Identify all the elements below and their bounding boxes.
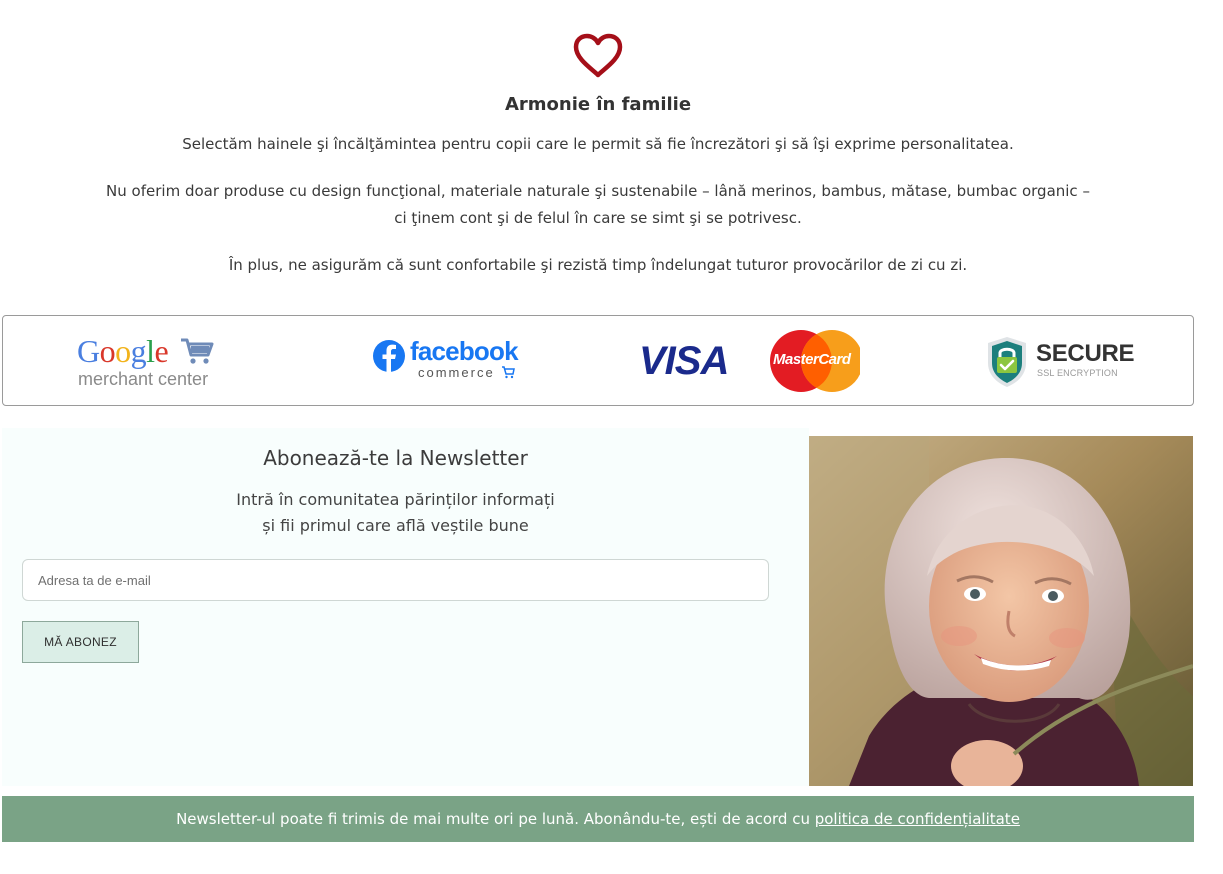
newsletter-title: Abonează-te la Newsletter bbox=[263, 446, 528, 470]
consent-text: Newsletter-ul poate fi trimis de mai mul… bbox=[176, 810, 815, 828]
visa-logo: VISA bbox=[639, 339, 729, 383]
facebook-caption: commerce bbox=[418, 365, 495, 380]
google-caption: merchant center bbox=[78, 369, 209, 389]
email-input[interactable] bbox=[22, 559, 769, 601]
child-photo bbox=[809, 436, 1193, 786]
privacy-policy-link[interactable]: politica de confidențialitate bbox=[815, 810, 1020, 828]
google-merchant-logo: Google merchant center bbox=[77, 333, 217, 391]
facebook-wordmark: facebook bbox=[410, 336, 519, 366]
secure-ssl-badge: SECURE SSL ENCRYPTION bbox=[985, 335, 1135, 389]
google-wordmark: Google bbox=[77, 333, 169, 369]
materials-line-2: ci ţinem cont şi de felul în care se sim… bbox=[394, 209, 802, 227]
secure-caption: SSL ENCRYPTION bbox=[1037, 368, 1118, 378]
facebook-commerce-logo: facebook commerce bbox=[372, 336, 522, 388]
mastercard-logo: MasterCard bbox=[769, 329, 860, 393]
section-title: Armonie în familie bbox=[504, 94, 692, 115]
subscribe-button[interactable]: MĂ ABONEZ bbox=[22, 621, 139, 663]
comfort-paragraph: În plus, ne asigurăm că sunt confortabil… bbox=[228, 256, 968, 274]
newsletter-subtitle-line-1: Intră în comunitatea părinților informaț… bbox=[236, 490, 555, 509]
small-cart-icon bbox=[502, 366, 515, 379]
shopping-cart-icon bbox=[181, 338, 214, 364]
materials-line-1: Nu oferim doar produse cu design funcţio… bbox=[106, 182, 1090, 200]
newsletter-subtitle-line-2: și fii primul care află veștile bune bbox=[262, 516, 529, 535]
shield-lock-icon bbox=[988, 337, 1026, 387]
trust-badges: Google merchant center facebook commerce… bbox=[2, 315, 1194, 406]
newsletter-subtitle: Intră în comunitatea părinților informaț… bbox=[0, 487, 791, 539]
intro-paragraph: Selectăm hainele şi încălţămintea pentru… bbox=[182, 135, 1014, 153]
materials-paragraph: Nu oferim doar produse cu design funcţio… bbox=[0, 178, 1196, 232]
facebook-icon bbox=[373, 340, 405, 372]
secure-title: SECURE bbox=[1036, 340, 1135, 367]
newsletter-consent-bar: Newsletter-ul poate fi trimis de mai mul… bbox=[2, 796, 1194, 842]
newsletter-panel bbox=[2, 428, 809, 786]
mastercard-wordmark: MasterCard bbox=[773, 351, 851, 368]
heart-icon bbox=[573, 33, 623, 78]
